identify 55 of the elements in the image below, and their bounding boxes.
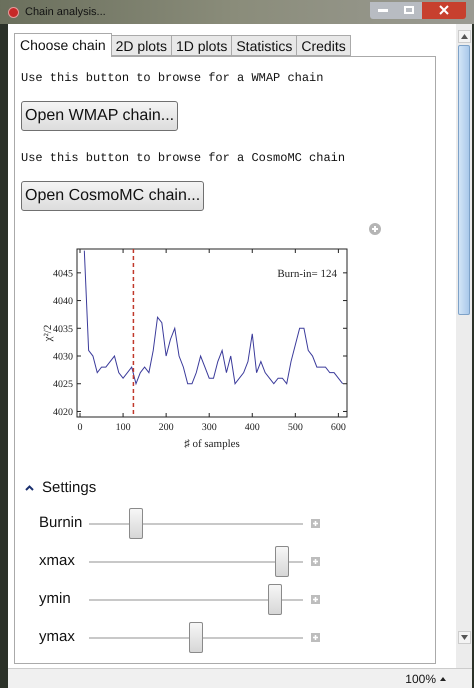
scrollbar[interactable] (456, 24, 472, 668)
y-tick-label: 4025 (53, 379, 73, 390)
x-tick-label: 100 (116, 422, 131, 433)
x-tick-label: 400 (244, 422, 260, 433)
minimize-button[interactable] (370, 2, 396, 18)
slider[interactable] (89, 584, 303, 615)
expand-plus-icon[interactable] (311, 595, 320, 604)
add-circle-icon[interactable] (369, 223, 381, 235)
y-tick-label: 4020 (53, 406, 73, 418)
slider[interactable] (89, 622, 303, 653)
scroll-up-icon[interactable] (460, 34, 468, 39)
tab[interactable]: Choose chain (14, 33, 112, 57)
window-title: Chain analysis... (25, 4, 106, 20)
app-icon (8, 6, 19, 18)
y-tick-label: 4040 (53, 296, 73, 308)
y-tick-label: 4045 (53, 268, 73, 280)
close-button[interactable] (422, 2, 466, 18)
zoom-caret-icon[interactable] (440, 676, 446, 680)
open-chain-button[interactable]: Open CosmoMC chain... (21, 181, 204, 211)
slider-thumb[interactable] (129, 508, 144, 539)
slider-thumb[interactable] (189, 622, 203, 653)
expand-plus-icon[interactable] (311, 519, 320, 528)
maximize-button[interactable] (396, 2, 422, 18)
slider[interactable] (89, 546, 303, 577)
tab[interactable]: 2D plots (112, 35, 172, 56)
y-axis-label: χ²/2 (42, 324, 54, 342)
hint-text: Use this button to browse for a WMAP chain (21, 70, 324, 87)
y-tick-label: 4030 (53, 352, 73, 362)
y-tick-label: 4035 (53, 324, 73, 335)
close-icon (439, 5, 449, 15)
slider[interactable] (89, 508, 303, 539)
scroll-thumb[interactable] (458, 45, 470, 315)
x-tick-label: 200 (158, 422, 174, 433)
tab[interactable]: 1D plots (172, 35, 232, 56)
slider-label: xmax (39, 551, 76, 572)
burn-in-label: Burn-in= 124 (277, 268, 337, 280)
slider-label: Burnin (39, 513, 84, 534)
tab[interactable]: Statistics (232, 35, 298, 56)
x-tick-label: 300 (202, 422, 217, 433)
x-axis-label: ♯ of samples (184, 438, 240, 450)
expand-plus-icon[interactable] (311, 557, 320, 566)
hint-text: Use this button to browse for a CosmoMC chain (21, 150, 346, 167)
open-chain-button[interactable]: Open WMAP chain... (21, 101, 178, 131)
x-tick-label: 500 (288, 422, 303, 433)
slider-label: ymin (39, 589, 72, 610)
tab[interactable]: Credits (297, 35, 351, 56)
slider-thumb[interactable] (268, 584, 282, 615)
slider-label: ymax (39, 627, 76, 648)
x-tick-label: 0 (78, 422, 83, 433)
settings-toggle[interactable]: Settings (25, 477, 429, 500)
scroll-down-icon[interactable] (460, 635, 468, 640)
zoom-level: 100% (405, 670, 436, 688)
x-tick-label: 600 (330, 422, 346, 433)
expand-plus-icon[interactable] (311, 633, 320, 642)
slider-thumb[interactable] (274, 546, 289, 577)
